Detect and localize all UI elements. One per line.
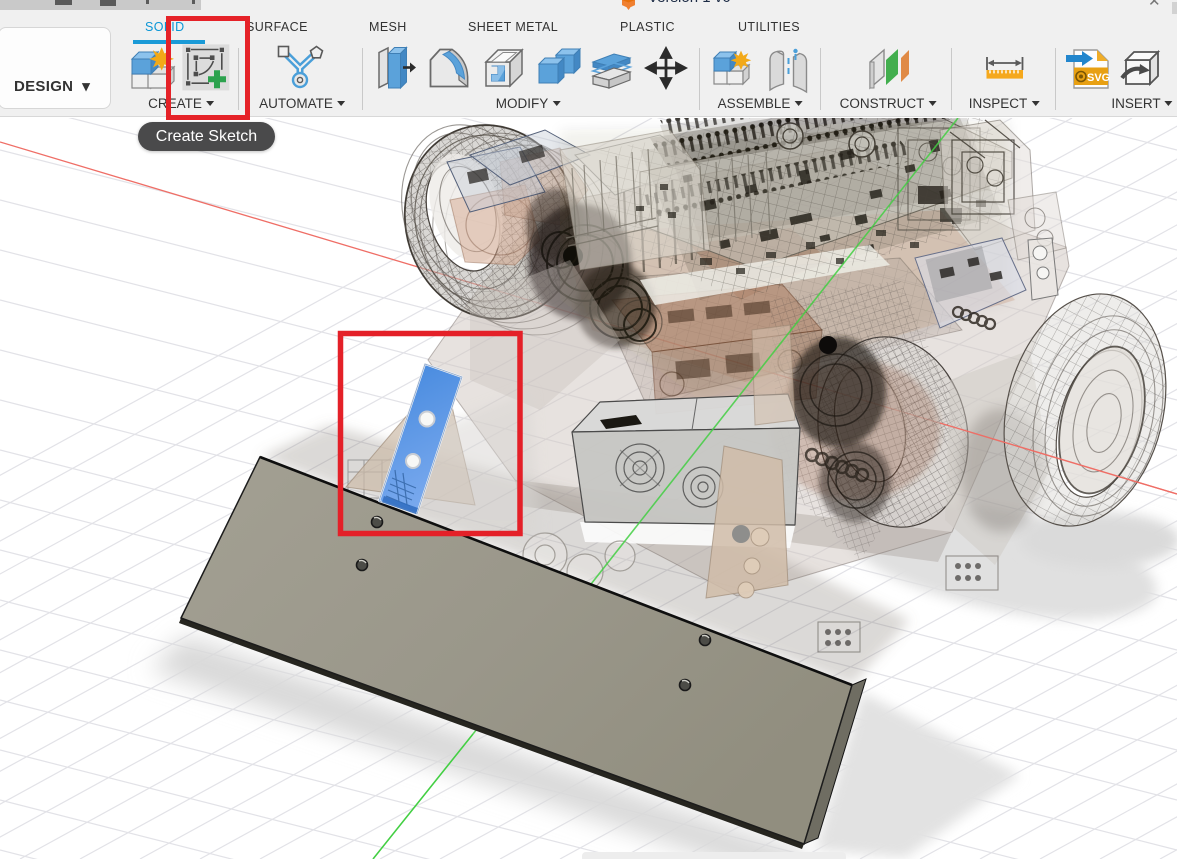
svg-text:SVG: SVG	[1087, 72, 1110, 84]
